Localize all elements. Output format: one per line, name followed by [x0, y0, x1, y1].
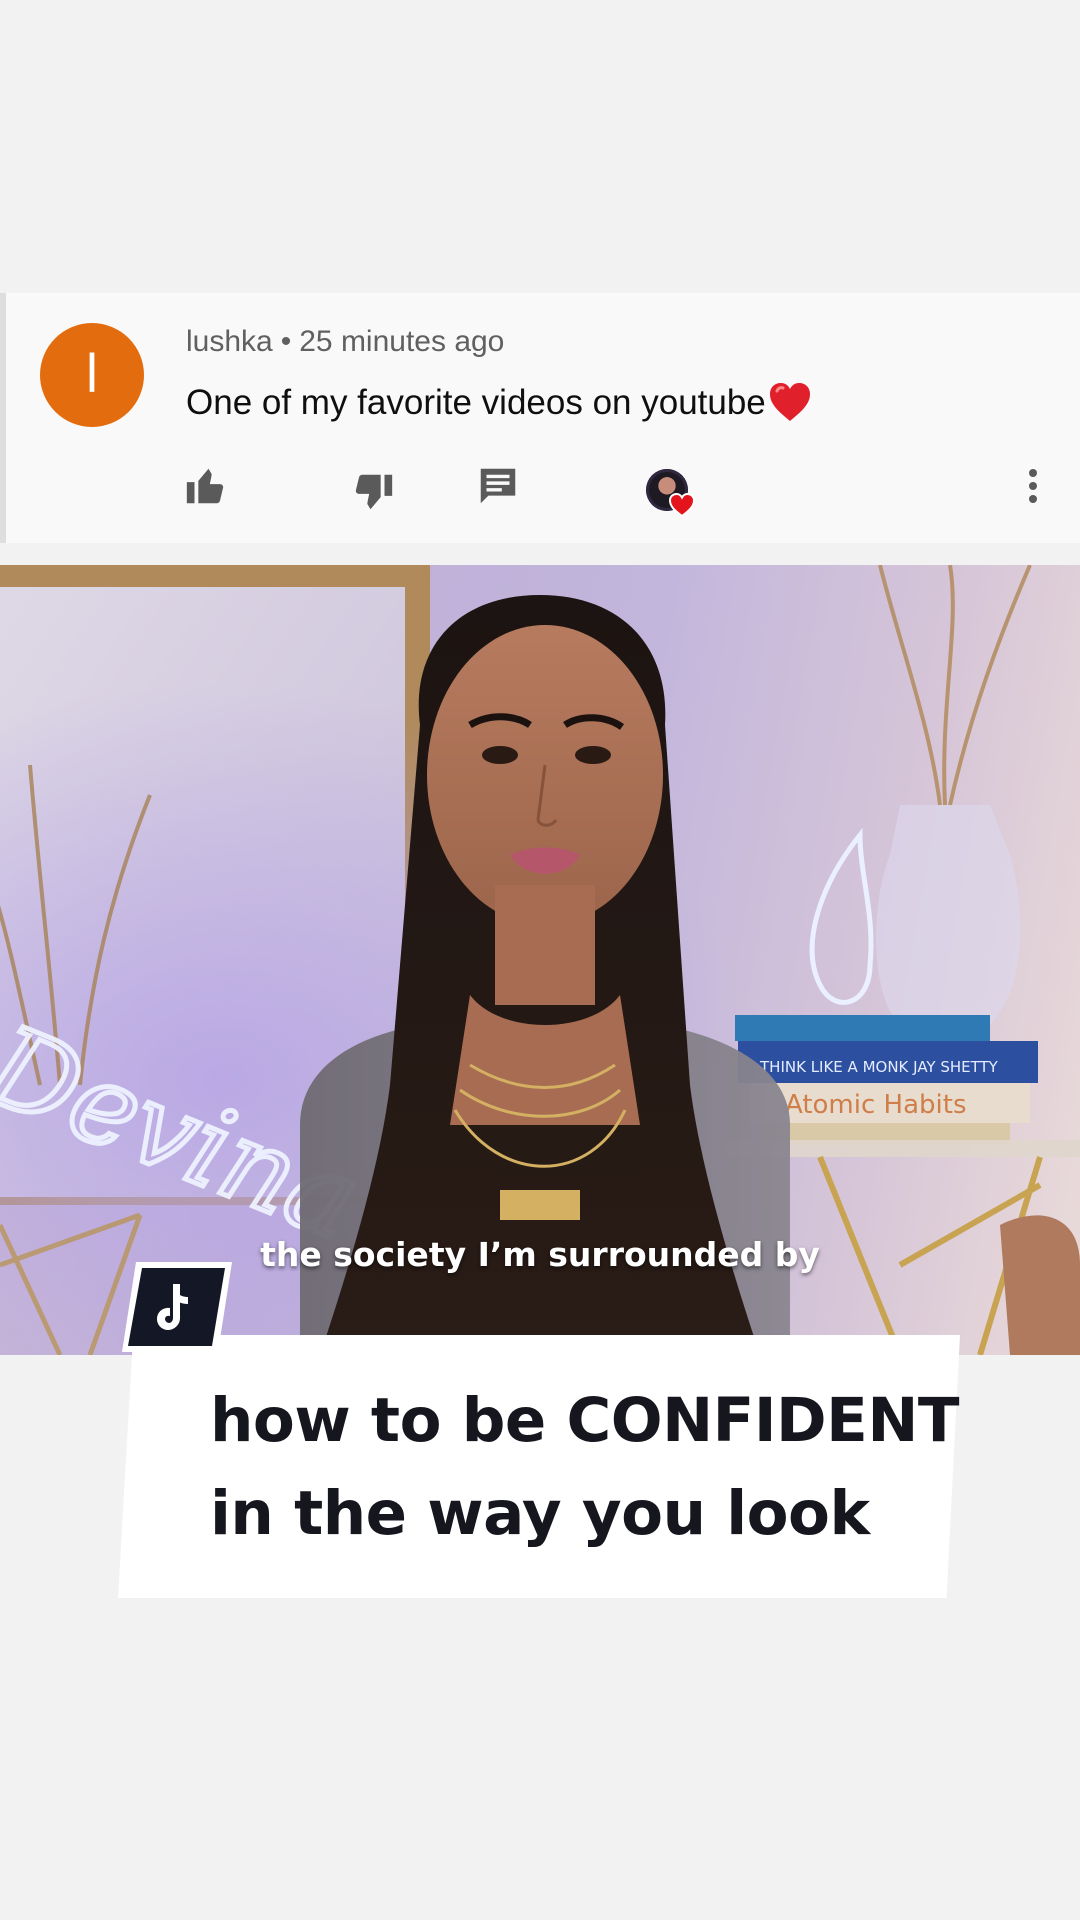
avatar-letter: l [84, 345, 100, 405]
comment-username[interactable]: lushka [186, 325, 273, 358]
thumbs-down-icon [355, 474, 393, 510]
title-line-1: how to be CONFIDENT [210, 1385, 960, 1456]
svg-text:THINK LIKE A MONK JAY SHETTY: THINK LIKE A MONK JAY SHETTY [759, 1058, 999, 1076]
heart-icon [668, 492, 696, 518]
comment-text-row: One of my favorite videos on youtube [186, 381, 812, 425]
title-line-2: in the way you look [210, 1478, 870, 1549]
red-heart-emoji-icon [769, 383, 810, 421]
video-frame[interactable]: Devina THINK LIKE A MONK JAY SHETTY Atom… [0, 565, 1080, 1355]
creator-heart-badge [646, 469, 696, 521]
tiktok-logo-icon[interactable] [122, 1262, 232, 1352]
like-button[interactable] [183, 463, 229, 509]
more-vert-icon [1029, 469, 1037, 503]
thumbs-up-icon [186, 468, 224, 504]
comment-meta: lushka • 25 minutes ago [186, 325, 504, 359]
reply-icon [480, 468, 516, 504]
svg-text:Atomic Habits: Atomic Habits [785, 1090, 967, 1120]
commenter-avatar[interactable]: l [40, 323, 144, 427]
more-options-button[interactable] [1010, 459, 1056, 513]
comment-card: l lushka • 25 minutes ago One of my favori… [0, 293, 1080, 543]
meta-separator: • [280, 325, 292, 358]
dislike-button[interactable] [350, 469, 396, 515]
card-edge [0, 293, 6, 543]
reply-button[interactable] [475, 463, 521, 509]
comment-text: One of my favorite videos on youtube [186, 383, 766, 422]
comment-timestamp: 25 minutes ago [299, 325, 505, 358]
title-card [118, 1335, 960, 1598]
